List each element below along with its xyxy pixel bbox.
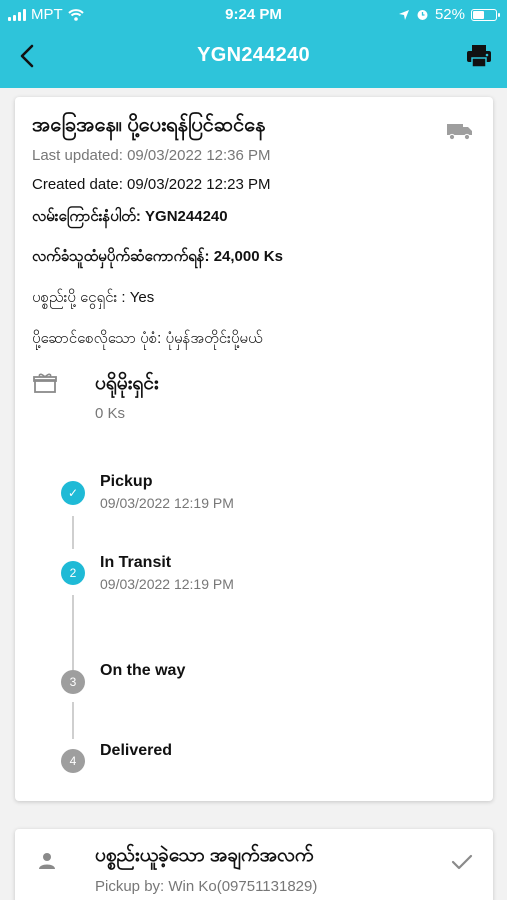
step-pickup-label: Pickup	[100, 473, 153, 490]
truck-icon	[447, 124, 472, 141]
nav-bar: YGN244240	[0, 34, 507, 78]
step-on-the-way-label: On the way	[100, 662, 186, 679]
timeline-connector	[72, 595, 74, 670]
last-updated: Last updated: 09/03/2022 12:36 PM	[32, 147, 271, 164]
step-pickup-marker: ✓	[61, 481, 85, 505]
status-bar: MPT 9:24 PM 52%	[0, 0, 507, 30]
step-pickup-time: 09/03/2022 12:19 PM	[100, 495, 234, 511]
step-delivered-label: Delivered	[100, 742, 173, 759]
page-title: YGN244240	[197, 44, 310, 66]
pickup-info-card[interactable]: ပစ္စည်းယူခဲ့သော အချက်အလက် Pickup by: Win…	[15, 829, 493, 900]
tracking-number: လမ်းကြောင်းနံပါတ်: YGN244240	[32, 208, 228, 225]
person-icon	[39, 853, 55, 869]
pickup-info-title: ပစ္စည်းယူခဲ့သော အချက်အလက်	[95, 845, 314, 866]
step-in-transit-label: In Transit	[100, 554, 172, 571]
promotion-amount: 0 Ks	[95, 405, 126, 422]
parcel-fee: ပစ္စည်းပို့ ငွေရှင်း : Yes	[32, 289, 155, 306]
order-detail-card: အခြေအနေ။ ပို့ပေးရန်ပြင်ဆင်နေ Last update…	[15, 97, 493, 801]
pickup-by: Pickup by: Win Ko(09751131829)	[95, 878, 318, 895]
step-on-the-way-marker: 3	[61, 670, 85, 694]
order-status-title: အခြေအနေ။ ပို့ပေးရန်ပြင်ဆင်နေ	[32, 114, 266, 136]
delivery-type: ပို့ဆောင်စေလိုသော ပုံစံ: ပုံမှန်အတိုင်းပ…	[32, 330, 263, 347]
print-button[interactable]	[465, 42, 493, 70]
timeline-connector	[72, 702, 74, 739]
step-delivered-marker: 4	[61, 749, 85, 773]
created-date: Created date: 09/03/2022 12:23 PM	[32, 176, 271, 193]
printer-icon	[467, 45, 491, 68]
promotion-title: ပရိုမိုးရှင်း	[95, 373, 159, 394]
app-header: MPT 9:24 PM 52% YGN244240	[0, 0, 507, 88]
step-in-transit-marker: 2	[61, 561, 85, 585]
battery-percent: 52%	[434, 6, 465, 23]
gift-box-icon	[33, 373, 57, 393]
collect-amount: လက်ခံသူထံမှပိုက်ဆံကောက်ရန်: 24,000 Ks	[32, 248, 283, 265]
alarm-icon	[417, 10, 428, 20]
battery-icon	[471, 8, 500, 21]
check-icon	[451, 854, 473, 870]
location-arrow-icon	[398, 9, 409, 20]
step-in-transit-time: 09/03/2022 12:19 PM	[100, 576, 234, 592]
timeline-connector	[72, 516, 74, 549]
status-right: 52%	[398, 6, 500, 23]
